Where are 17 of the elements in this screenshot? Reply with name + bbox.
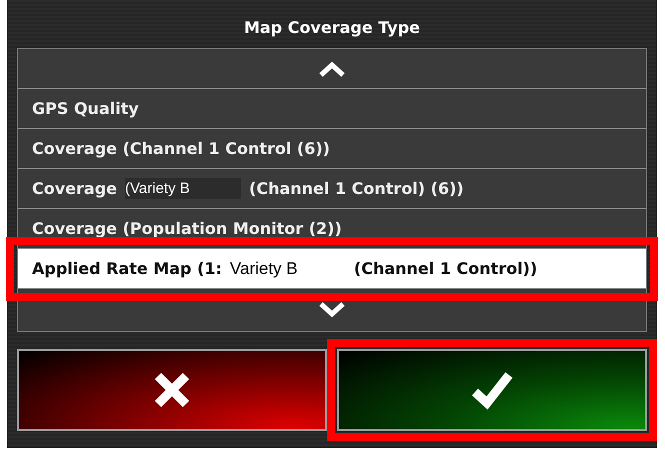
dialog-title: Map Coverage Type bbox=[242, 17, 422, 39]
chevron-down-icon bbox=[318, 302, 346, 318]
item-label: (Channel 1 Control)) bbox=[354, 259, 538, 278]
scroll-down-button[interactable] bbox=[18, 289, 646, 331]
redaction-label: (Variety B bbox=[125, 178, 242, 199]
close-icon bbox=[152, 370, 192, 410]
checkmark-icon bbox=[470, 370, 514, 410]
chevron-up-icon bbox=[318, 60, 346, 76]
list-item[interactable]: Coverage (Population Monitor (2)) bbox=[18, 209, 646, 249]
cancel-button[interactable] bbox=[17, 349, 327, 431]
item-label: Coverage bbox=[32, 179, 118, 198]
item-label: (Channel 1 Control) (6)) bbox=[249, 179, 464, 198]
list-item[interactable]: GPS Quality bbox=[18, 89, 646, 129]
list-item[interactable]: Coverage (Variety B (Channel 1 Control) (6)) bbox=[18, 169, 646, 209]
item-label: Applied Rate Map (1: bbox=[32, 259, 222, 278]
list-item[interactable]: Coverage (Channel 1 Control (6)) bbox=[18, 129, 646, 169]
scroll-up-button[interactable] bbox=[18, 49, 646, 89]
